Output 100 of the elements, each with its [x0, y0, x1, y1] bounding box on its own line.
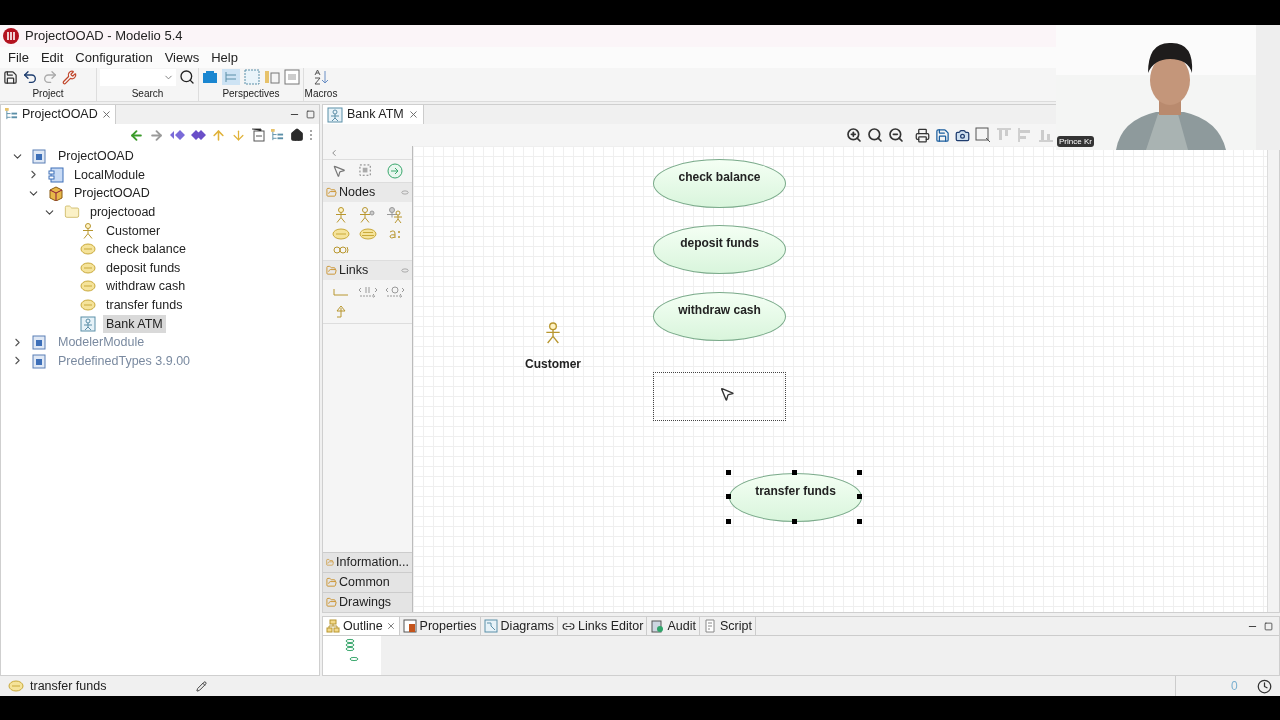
menu-item[interactable]: File: [2, 47, 35, 68]
zoom-out-icon[interactable]: [888, 127, 904, 143]
more-icon[interactable]: [309, 129, 313, 141]
save-image-icon[interactable]: [935, 127, 950, 143]
perspective-icon[interactable]: [244, 69, 260, 85]
tree-item[interactable]: Customer: [103, 221, 164, 240]
menu-item[interactable]: Views: [158, 47, 206, 68]
pointer-tool-icon[interactable]: [331, 164, 346, 178]
zoom-fit-icon[interactable]: [867, 127, 883, 143]
collapse-all-icon[interactable]: [251, 128, 265, 142]
ellipse-tool-icon[interactable]: [331, 228, 350, 240]
perspective-icon[interactable]: [222, 69, 240, 85]
window-title: ProjectOOAD - Modelio 5.4: [25, 27, 183, 46]
generalization-tool-icon[interactable]: [333, 304, 348, 318]
menu-item[interactable]: Edit: [34, 47, 70, 68]
diagram-icon: [483, 619, 498, 633]
tree-item[interactable]: deposit funds: [103, 258, 184, 277]
pin-icon[interactable]: [401, 268, 409, 273]
search-icon[interactable]: [179, 69, 195, 85]
tree-item[interactable]: projectooad: [87, 203, 159, 222]
diagram-icon: [80, 315, 96, 332]
use-case[interactable]: deposit funds: [653, 225, 786, 274]
diagram-icon: [327, 106, 343, 123]
tree-icon[interactable]: [270, 128, 285, 142]
tree-item[interactable]: ProjectOOAD: [71, 184, 153, 203]
use-case[interactable]: transfer funds: [729, 473, 862, 522]
edit-icon[interactable]: [196, 680, 207, 692]
pin-icon[interactable]: [401, 190, 409, 195]
use-case[interactable]: withdraw cash: [653, 292, 786, 341]
palette-section-header[interactable]: Nodes: [323, 183, 412, 202]
maximize-icon[interactable]: [306, 110, 315, 119]
close-icon[interactable]: [100, 109, 112, 120]
editor-tab[interactable]: Bank ATM: [323, 105, 424, 124]
undo-icon[interactable]: [22, 69, 38, 85]
ellipse-icon: [8, 680, 24, 692]
tree-item[interactable]: check balance: [103, 240, 189, 259]
palette-section-header[interactable]: Links: [323, 261, 412, 280]
association-tool-icon[interactable]: [331, 287, 350, 297]
align-left-icon[interactable]: [1017, 127, 1033, 143]
menu-item[interactable]: Help: [205, 47, 244, 68]
actors-tool-icon[interactable]: [385, 207, 404, 223]
ellipse-icon: [80, 299, 96, 312]
tree-item[interactable]: LocalModule: [71, 165, 148, 184]
tree-item[interactable]: ProjectOOAD: [55, 147, 137, 166]
align-bottom-icon[interactable]: [1038, 127, 1054, 143]
use-case[interactable]: check balance: [653, 159, 786, 208]
arrow-circle-icon[interactable]: [387, 163, 404, 179]
selection-handle[interactable]: [857, 470, 862, 475]
ellipse-icon: [80, 261, 96, 274]
marquee-tool-icon[interactable]: [359, 163, 374, 179]
panel-tab[interactable]: Outline: [323, 617, 400, 635]
ellipse-tool-icon[interactable]: [358, 228, 377, 240]
maximize-icon[interactable]: [1264, 621, 1273, 631]
menu-item[interactable]: Configuration: [69, 47, 159, 68]
include-link-tool-icon[interactable]: [357, 285, 378, 299]
perspective-icon[interactable]: [284, 69, 300, 85]
palette-section-header[interactable]: Common: [323, 572, 412, 592]
tools-icon[interactable]: [62, 69, 77, 85]
palette-section-header[interactable]: Drawings: [323, 592, 412, 612]
sort-icon[interactable]: [313, 69, 329, 85]
forward-arrow-icon[interactable]: [149, 127, 164, 143]
selection-handle[interactable]: [857, 519, 862, 524]
hierarchy-icon: [326, 619, 340, 633]
select-area-icon[interactable]: [975, 127, 991, 143]
interface-tool-icon[interactable]: [332, 245, 349, 255]
selection-handle[interactable]: [792, 519, 797, 524]
save-icon[interactable]: [3, 69, 18, 85]
collapse-palette-icon[interactable]: [329, 147, 339, 158]
camera-icon[interactable]: [955, 127, 970, 143]
diamond-arrow-icon[interactable]: [190, 129, 206, 141]
clock-icon[interactable]: [1257, 678, 1272, 694]
actors-tool-icon[interactable]: [358, 207, 377, 223]
zoom-in-icon[interactable]: [846, 127, 862, 143]
selection-handle[interactable]: [726, 494, 731, 499]
close-icon[interactable]: [407, 109, 419, 120]
tree-item[interactable]: Bank ATM: [103, 314, 166, 333]
selection-handle[interactable]: [726, 519, 731, 524]
close-icon[interactable]: [385, 621, 396, 631]
palette-section-header[interactable]: Information...: [323, 552, 412, 572]
align-top-icon[interactable]: [996, 127, 1012, 143]
down-arrow-icon[interactable]: [231, 127, 246, 143]
properties-icon: [402, 619, 417, 633]
instance-tool-icon[interactable]: [387, 228, 402, 240]
home-icon[interactable]: [290, 128, 304, 142]
perspective-icon[interactable]: [264, 69, 280, 85]
extend-link-tool-icon[interactable]: [384, 285, 405, 299]
status-text: transfer funds: [30, 677, 108, 695]
diagram-canvas[interactable]: Customer check balance deposit funds withdraw cash transfer funds: [413, 146, 1279, 612]
toolbar-group-label: Search: [130, 87, 165, 101]
tree-item[interactable]: withdraw cash: [103, 277, 189, 296]
actor-name: Customer: [525, 356, 581, 373]
diamond-arrow-icon[interactable]: [169, 129, 185, 141]
selection-handle[interactable]: [792, 470, 797, 475]
print-icon[interactable]: [915, 127, 930, 143]
selection-handle[interactable]: [726, 470, 731, 475]
tree-item[interactable]: transfer funds: [103, 296, 186, 315]
explorer-tab[interactable]: ProjectOOAD: [1, 105, 116, 124]
selection-handle[interactable]: [857, 494, 862, 499]
ellipse-icon: [80, 243, 96, 256]
perspective-icon[interactable]: [202, 70, 218, 84]
